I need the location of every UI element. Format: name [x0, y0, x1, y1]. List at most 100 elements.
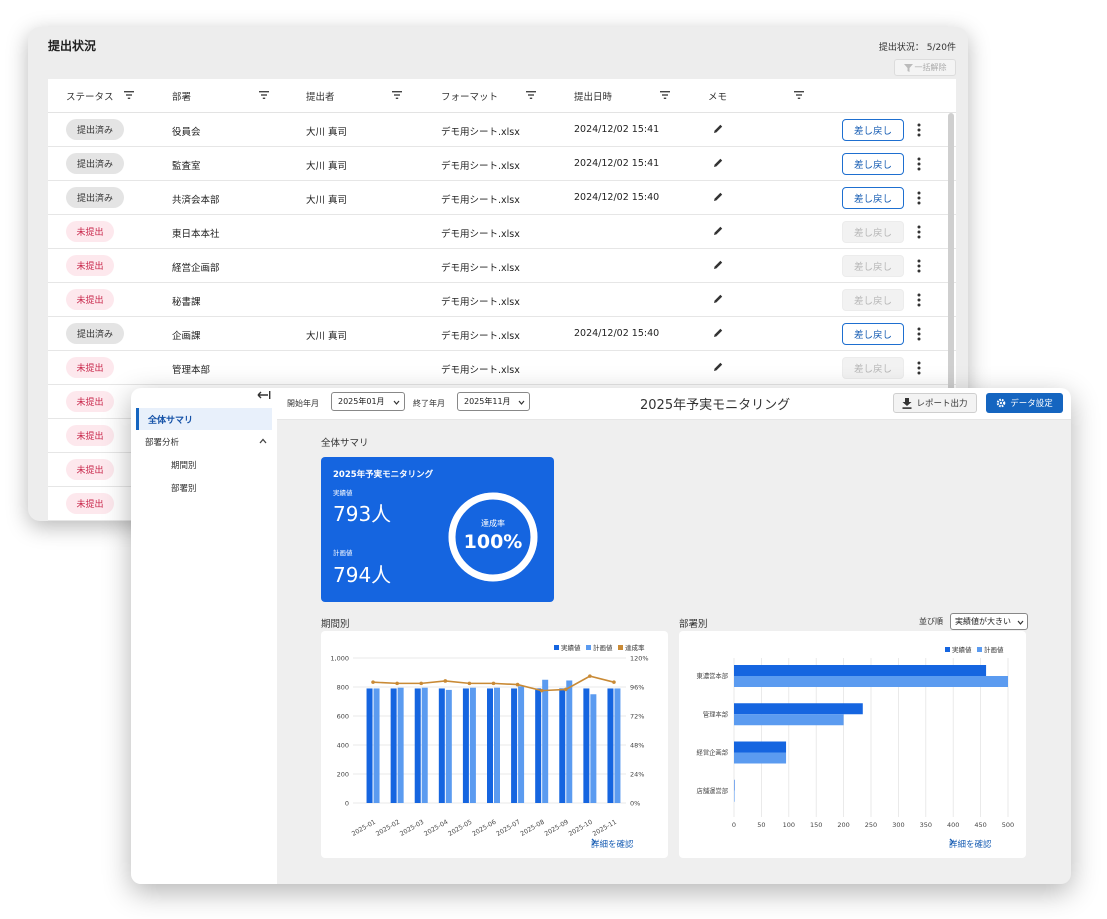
more-vertical-icon[interactable]: [916, 123, 922, 137]
sidebar-item-by-period[interactable]: 期間別: [171, 459, 197, 471]
x-tick-label: 50: [757, 821, 765, 829]
filter-icon[interactable]: [794, 91, 804, 99]
x-tick-label: 2025-10: [568, 819, 594, 838]
dept-cell: 東日本本社: [172, 229, 220, 240]
y-tick-label: 1,000: [330, 655, 349, 663]
return-button: 差し戻し: [842, 357, 904, 379]
rate-point: [539, 688, 544, 693]
kpi-card: 2025年予実モニタリング 実績値 793人 計画値 794人 達成率 100%: [321, 457, 554, 602]
rate-point: [491, 681, 496, 686]
detail-link-label: 詳細を確認: [949, 840, 992, 850]
legend-label: 達成率: [625, 643, 645, 652]
achievement-rate-label: 達成率: [481, 519, 505, 528]
filter-icon[interactable]: [660, 91, 670, 99]
bar-actual: [535, 688, 542, 803]
rate-point: [612, 680, 616, 684]
format-cell[interactable]: デモ用シート.xlsx: [441, 226, 520, 240]
bar-plan: [614, 688, 621, 803]
bar-actual: [462, 688, 469, 803]
submitter-cell: 大川 真司: [306, 127, 348, 138]
y-tick-label: 800: [337, 684, 349, 692]
sidebar: 全体サマリ 部署分析 期間別 部署別: [131, 388, 277, 884]
rate-point: [588, 674, 592, 678]
edit-pencil-icon[interactable]: [712, 361, 724, 373]
bar-actual: [607, 688, 614, 803]
more-vertical-icon[interactable]: [916, 157, 922, 171]
y-category-label: 管理本部: [703, 709, 728, 718]
more-vertical-icon[interactable]: [916, 361, 922, 375]
x-tick-label: 450: [974, 821, 986, 829]
start-month-label: 開始年月: [287, 399, 319, 408]
format-cell[interactable]: デモ用シート.xlsx: [441, 260, 520, 274]
start-month-select[interactable]: 2025年01月: [331, 392, 405, 411]
return-button[interactable]: 差し戻し: [842, 187, 904, 209]
chart-legend: 実績値 計画値: [945, 645, 1004, 654]
filter-icon[interactable]: [259, 91, 269, 99]
chevron-up-icon[interactable]: [259, 438, 267, 444]
filter-icon[interactable]: [392, 91, 402, 99]
edit-pencil-icon[interactable]: [712, 191, 724, 203]
report-export-button[interactable]: レポート出力: [893, 393, 977, 413]
sidebar-item-label: 全体サマリ: [148, 416, 194, 426]
more-vertical-icon[interactable]: [916, 327, 922, 341]
filter-icon[interactable]: [124, 91, 134, 99]
format-cell[interactable]: デモ用シート.xlsx: [441, 294, 520, 308]
x-tick-label: 2025-01: [351, 819, 377, 838]
x-tick-label: 200: [837, 821, 849, 829]
clear-filters-button[interactable]: 一括解除: [894, 59, 956, 76]
sidebar-item-overall-summary[interactable]: 全体サマリ: [136, 408, 272, 430]
return-button[interactable]: 差し戻し: [842, 323, 904, 345]
more-vertical-icon[interactable]: [916, 259, 922, 273]
dept-chart: 実績値 計画値 0 50 100 150 200 250 300 350 400 450 500 東濃営本…: [697, 645, 1015, 829]
col-header-memo: メモ: [708, 92, 728, 103]
more-vertical-icon[interactable]: [916, 191, 922, 205]
status-badge: 未提出: [66, 357, 114, 378]
table-header: ステータス 部署 提出者 フォーマット 提出日時 メモ: [48, 79, 956, 113]
dept-detail-link[interactable]: 詳細を確認: [949, 838, 992, 850]
rate-point: [515, 682, 520, 687]
sidebar-item-dept-analysis[interactable]: 部署分析: [145, 436, 179, 448]
legend-swatch: [618, 645, 623, 650]
return-button: 差し戻し: [842, 221, 904, 243]
edit-pencil-icon[interactable]: [712, 293, 724, 305]
plan-label: 計画値: [333, 549, 353, 557]
bar-actual: [734, 779, 735, 791]
more-vertical-icon[interactable]: [916, 293, 922, 307]
filter-icon[interactable]: [526, 91, 536, 99]
edit-pencil-icon[interactable]: [712, 225, 724, 237]
period-detail-link[interactable]: 詳細を確認: [591, 838, 634, 850]
return-button[interactable]: 差し戻し: [842, 153, 904, 175]
col-header-format: フォーマット: [441, 92, 499, 103]
legend-swatch: [554, 645, 559, 650]
format-cell[interactable]: デモ用シート.xlsx: [441, 124, 520, 138]
y2-tick-label: 48%: [630, 742, 644, 750]
bar-plan: [397, 687, 404, 803]
bar-plan: [734, 790, 735, 802]
return-button[interactable]: 差し戻し: [842, 119, 904, 141]
rate-point: [395, 681, 399, 686]
achievement-rate-value: 100%: [463, 531, 523, 553]
status-badge: 未提出: [66, 289, 114, 310]
overall-summary-heading: 全体サマリ: [321, 438, 369, 449]
status-badge: 未提出: [66, 459, 114, 480]
edit-pencil-icon[interactable]: [712, 123, 724, 135]
format-cell[interactable]: デモ用シート.xlsx: [441, 158, 520, 172]
edit-pencil-icon[interactable]: [712, 327, 724, 339]
x-tick-label: 2025-05: [447, 819, 473, 838]
collapse-sidebar-icon[interactable]: [257, 390, 271, 400]
chevron-down-icon: [518, 400, 525, 405]
data-settings-button[interactable]: データ設定: [986, 393, 1063, 413]
col-header-submitter: 提出者: [306, 92, 335, 103]
bar-actual: [414, 688, 421, 803]
bar-plan: [590, 694, 597, 803]
sort-select[interactable]: 実績値が大きい: [950, 613, 1028, 630]
end-month-select[interactable]: 2025年11月: [457, 392, 530, 411]
format-cell[interactable]: デモ用シート.xlsx: [441, 328, 520, 342]
format-cell[interactable]: デモ用シート.xlsx: [441, 362, 520, 376]
edit-pencil-icon[interactable]: [712, 157, 724, 169]
more-vertical-icon[interactable]: [916, 225, 922, 239]
format-cell[interactable]: デモ用シート.xlsx: [441, 192, 520, 206]
edit-pencil-icon[interactable]: [712, 259, 724, 271]
sidebar-item-by-dept[interactable]: 部署別: [171, 482, 197, 494]
table-row: 未提出 経営企画部 デモ用シート.xlsx 差し戻し: [48, 249, 956, 283]
